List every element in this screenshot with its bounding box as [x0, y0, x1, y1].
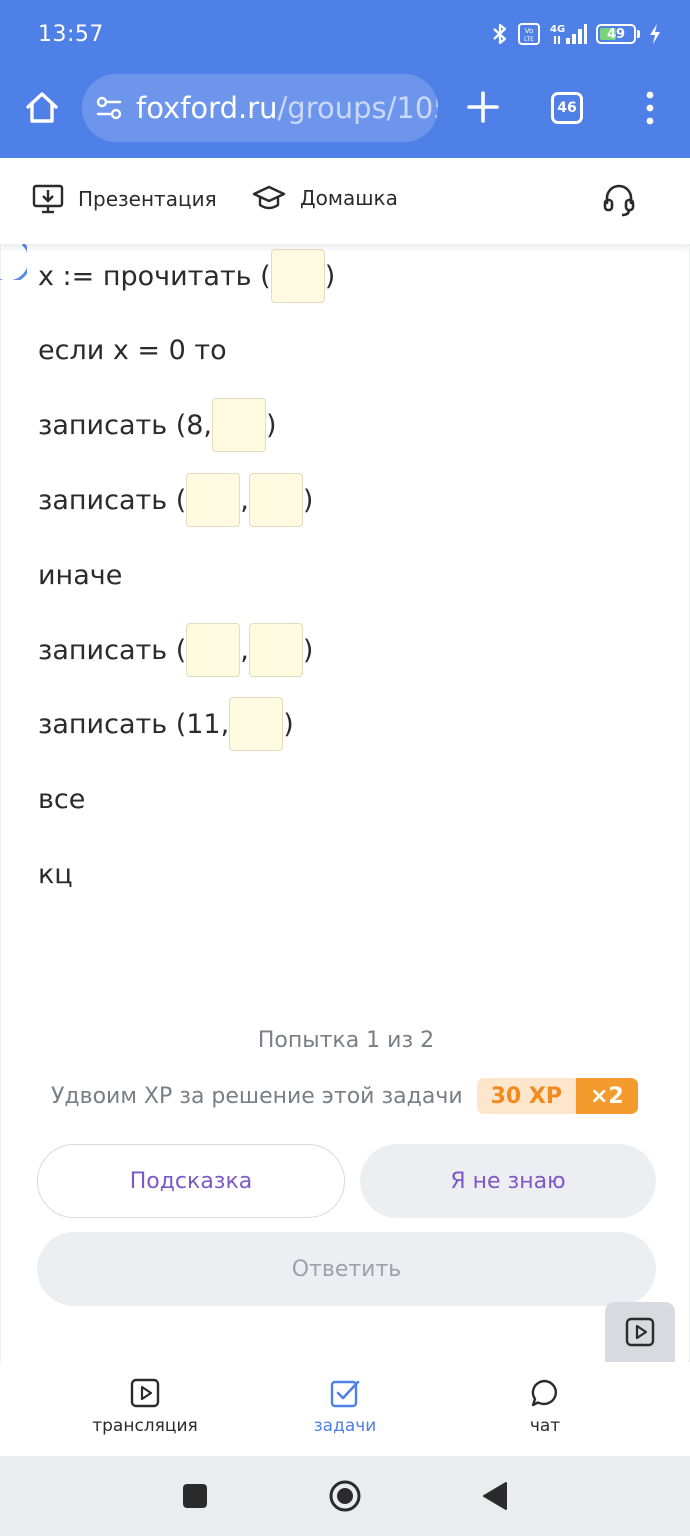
status-time: 13:57 [38, 22, 104, 47]
chat-bubble-icon [531, 1379, 558, 1407]
attempt-counter: Попытка 1 из 2 [257, 1028, 435, 1053]
answer-blank-2[interactable] [212, 398, 267, 452]
svg-text:LTE: LTE [524, 36, 534, 43]
recent-apps-icon[interactable] [177, 1478, 213, 1514]
xp-badge: 30 XP ×2 [476, 1078, 638, 1114]
code-line-4: записать (,) [38, 473, 313, 527]
charging-icon [648, 23, 662, 45]
nav-label: чат [529, 1416, 561, 1436]
code-text: ) [324, 260, 336, 292]
bluetooth-icon [490, 22, 510, 46]
url-host: foxford.ru [136, 91, 278, 125]
more-vertical-icon [646, 91, 654, 125]
home-icon [26, 92, 58, 123]
xp-multiplier: ×2 [576, 1078, 638, 1114]
address-bar[interactable]: foxford.ru/groups/105 [82, 74, 438, 142]
support-button[interactable] [602, 182, 636, 218]
checkbox-checked-icon [330, 1380, 360, 1408]
code-text: записать ( [38, 634, 187, 666]
download-presentation-icon [32, 184, 64, 214]
code-line-1: x := прочитать () [38, 249, 335, 303]
nav-label: задачи [313, 1416, 377, 1436]
lesson-toolbar: Презентация Домашка [0, 158, 690, 244]
code-text: записать (11, [38, 708, 230, 740]
tabs-count-button[interactable]: 46 [551, 92, 583, 124]
headset-icon [603, 184, 635, 217]
nav-tab-chat[interactable]: чат [475, 1378, 615, 1436]
volte-icon: Vo LTE [518, 23, 540, 45]
code-line-7: записать (11,) [38, 697, 294, 751]
nav-tab-stream[interactable]: трансляция [75, 1378, 215, 1436]
graduation-cap-icon [252, 185, 286, 210]
dont-know-button[interactable]: Я не знаю [360, 1144, 656, 1218]
code-line-9: кц [38, 847, 73, 901]
code-text: все [38, 783, 86, 815]
site-settings-icon[interactable] [94, 93, 124, 123]
open-video-button[interactable] [605, 1302, 675, 1362]
code-text: ) [302, 634, 314, 666]
svg-text:Vo: Vo [525, 27, 534, 35]
code-text: иначе [38, 559, 123, 591]
browser-toolbar: foxford.ru/groups/105 46 [0, 72, 690, 158]
code-text: записать (8, [38, 409, 213, 441]
signal-4g-icon: 4G [548, 22, 588, 46]
presentation-button[interactable]: Презентация [32, 184, 217, 214]
bottom-navigation: трансляция задачи чат [0, 1362, 690, 1456]
homework-button[interactable]: Домашка [252, 184, 398, 212]
home-circle-icon[interactable] [327, 1478, 363, 1514]
homework-label: Домашка [300, 186, 398, 210]
task-content: x := прочитать () если x = 0 то записать… [0, 242, 690, 1362]
play-video-icon [130, 1378, 160, 1408]
system-navigation-bar [0, 1456, 690, 1536]
url-path: /groups/105 [277, 91, 438, 125]
answer-blank-4[interactable] [248, 473, 303, 527]
code-line-8: все [38, 772, 85, 826]
home-button[interactable] [22, 88, 62, 128]
code-line-6: записать (,) [38, 623, 313, 677]
code-line-3: записать (8,) [38, 398, 277, 452]
hint-button[interactable]: Подсказка [37, 1144, 345, 1218]
code-text: ) [266, 409, 277, 441]
code-text: кц [38, 858, 73, 890]
xp-value: 30 XP [476, 1078, 576, 1114]
status-bar: 13:57 Vo LTE 4G 49 [0, 0, 690, 72]
code-text: , [240, 484, 249, 516]
plus-icon [467, 91, 499, 123]
xp-bonus-text: Удвоим XP за решение этой задачи [51, 1083, 463, 1109]
nav-tab-tasks[interactable]: задачи [275, 1378, 415, 1436]
code-text: ) [302, 484, 314, 516]
nav-label: трансляция [92, 1416, 198, 1436]
answer-blank-7[interactable] [229, 697, 284, 751]
answer-blank-6[interactable] [248, 623, 303, 677]
code-text: ) [283, 708, 294, 740]
code-line-5: иначе [38, 548, 122, 602]
status-icons: Vo LTE 4G 49 [490, 22, 662, 46]
play-video-icon [625, 1317, 655, 1347]
xp-bonus-row: Удвоим XP за решение этой задачи 30 XP ×… [51, 1078, 638, 1114]
code-text: x := прочитать ( [38, 260, 271, 292]
battery-level: 49 [606, 26, 626, 42]
battery-icon: 49 [596, 24, 640, 44]
back-triangle-icon[interactable] [478, 1478, 514, 1514]
svg-text:4G: 4G [550, 24, 565, 35]
code-text: записать ( [38, 484, 187, 516]
code-text: если x = 0 то [38, 334, 227, 366]
browser-menu-button[interactable] [640, 90, 660, 126]
answer-blank-5[interactable] [186, 623, 241, 677]
answer-blank-3[interactable] [186, 473, 241, 527]
new-tab-button[interactable] [465, 86, 501, 128]
submit-answer-button[interactable]: Ответить [37, 1232, 656, 1306]
presentation-label: Презентация [78, 187, 217, 211]
code-text: , [240, 634, 249, 666]
url-text: foxford.ru/groups/105 [136, 91, 438, 125]
answer-blank-1[interactable] [270, 249, 325, 303]
code-line-2: если x = 0 то [38, 323, 227, 377]
